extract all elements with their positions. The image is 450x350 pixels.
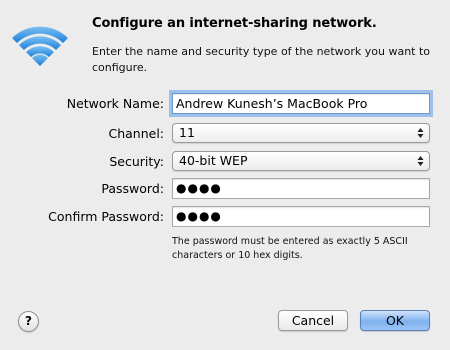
password-row: Password: ●●●●: [0, 178, 450, 200]
wifi-icon: [12, 26, 68, 66]
security-value: 40-bit WEP: [179, 153, 248, 168]
channel-value: 11: [179, 125, 195, 140]
confirm-password-row: Confirm Password: ●●●●: [0, 206, 450, 228]
password-hint: The password must be entered as exactly …: [172, 236, 408, 261]
security-popup[interactable]: 40-bit WEP: [172, 151, 430, 171]
channel-label: Channel:: [108, 126, 164, 141]
up-down-arrows-icon: [417, 128, 424, 138]
security-label: Security:: [109, 154, 164, 169]
help-button[interactable]: ?: [18, 311, 39, 332]
security-row: Security: 40-bit WEP: [0, 151, 450, 173]
confirm-password-field[interactable]: ●●●●: [172, 206, 430, 227]
password-field[interactable]: ●●●●: [172, 178, 430, 199]
up-down-arrows-icon: [417, 156, 424, 166]
password-label: Password:: [101, 181, 164, 196]
network-name-field[interactable]: Andrew Kunesh’s MacBook Pro: [172, 93, 430, 114]
network-name-row: Network Name: Andrew Kunesh’s MacBook Pr…: [0, 93, 450, 115]
confirm-password-label: Confirm Password:: [48, 209, 164, 224]
cancel-button[interactable]: Cancel: [278, 310, 348, 331]
dialog-description: Enter the name and security type of the …: [92, 45, 431, 74]
channel-popup[interactable]: 11: [172, 123, 430, 143]
dialog-title: Configure an internet-sharing network.: [92, 16, 377, 31]
network-name-label: Network Name:: [66, 96, 164, 111]
channel-row: Channel: 11: [0, 123, 450, 145]
ok-button[interactable]: OK: [360, 310, 430, 331]
